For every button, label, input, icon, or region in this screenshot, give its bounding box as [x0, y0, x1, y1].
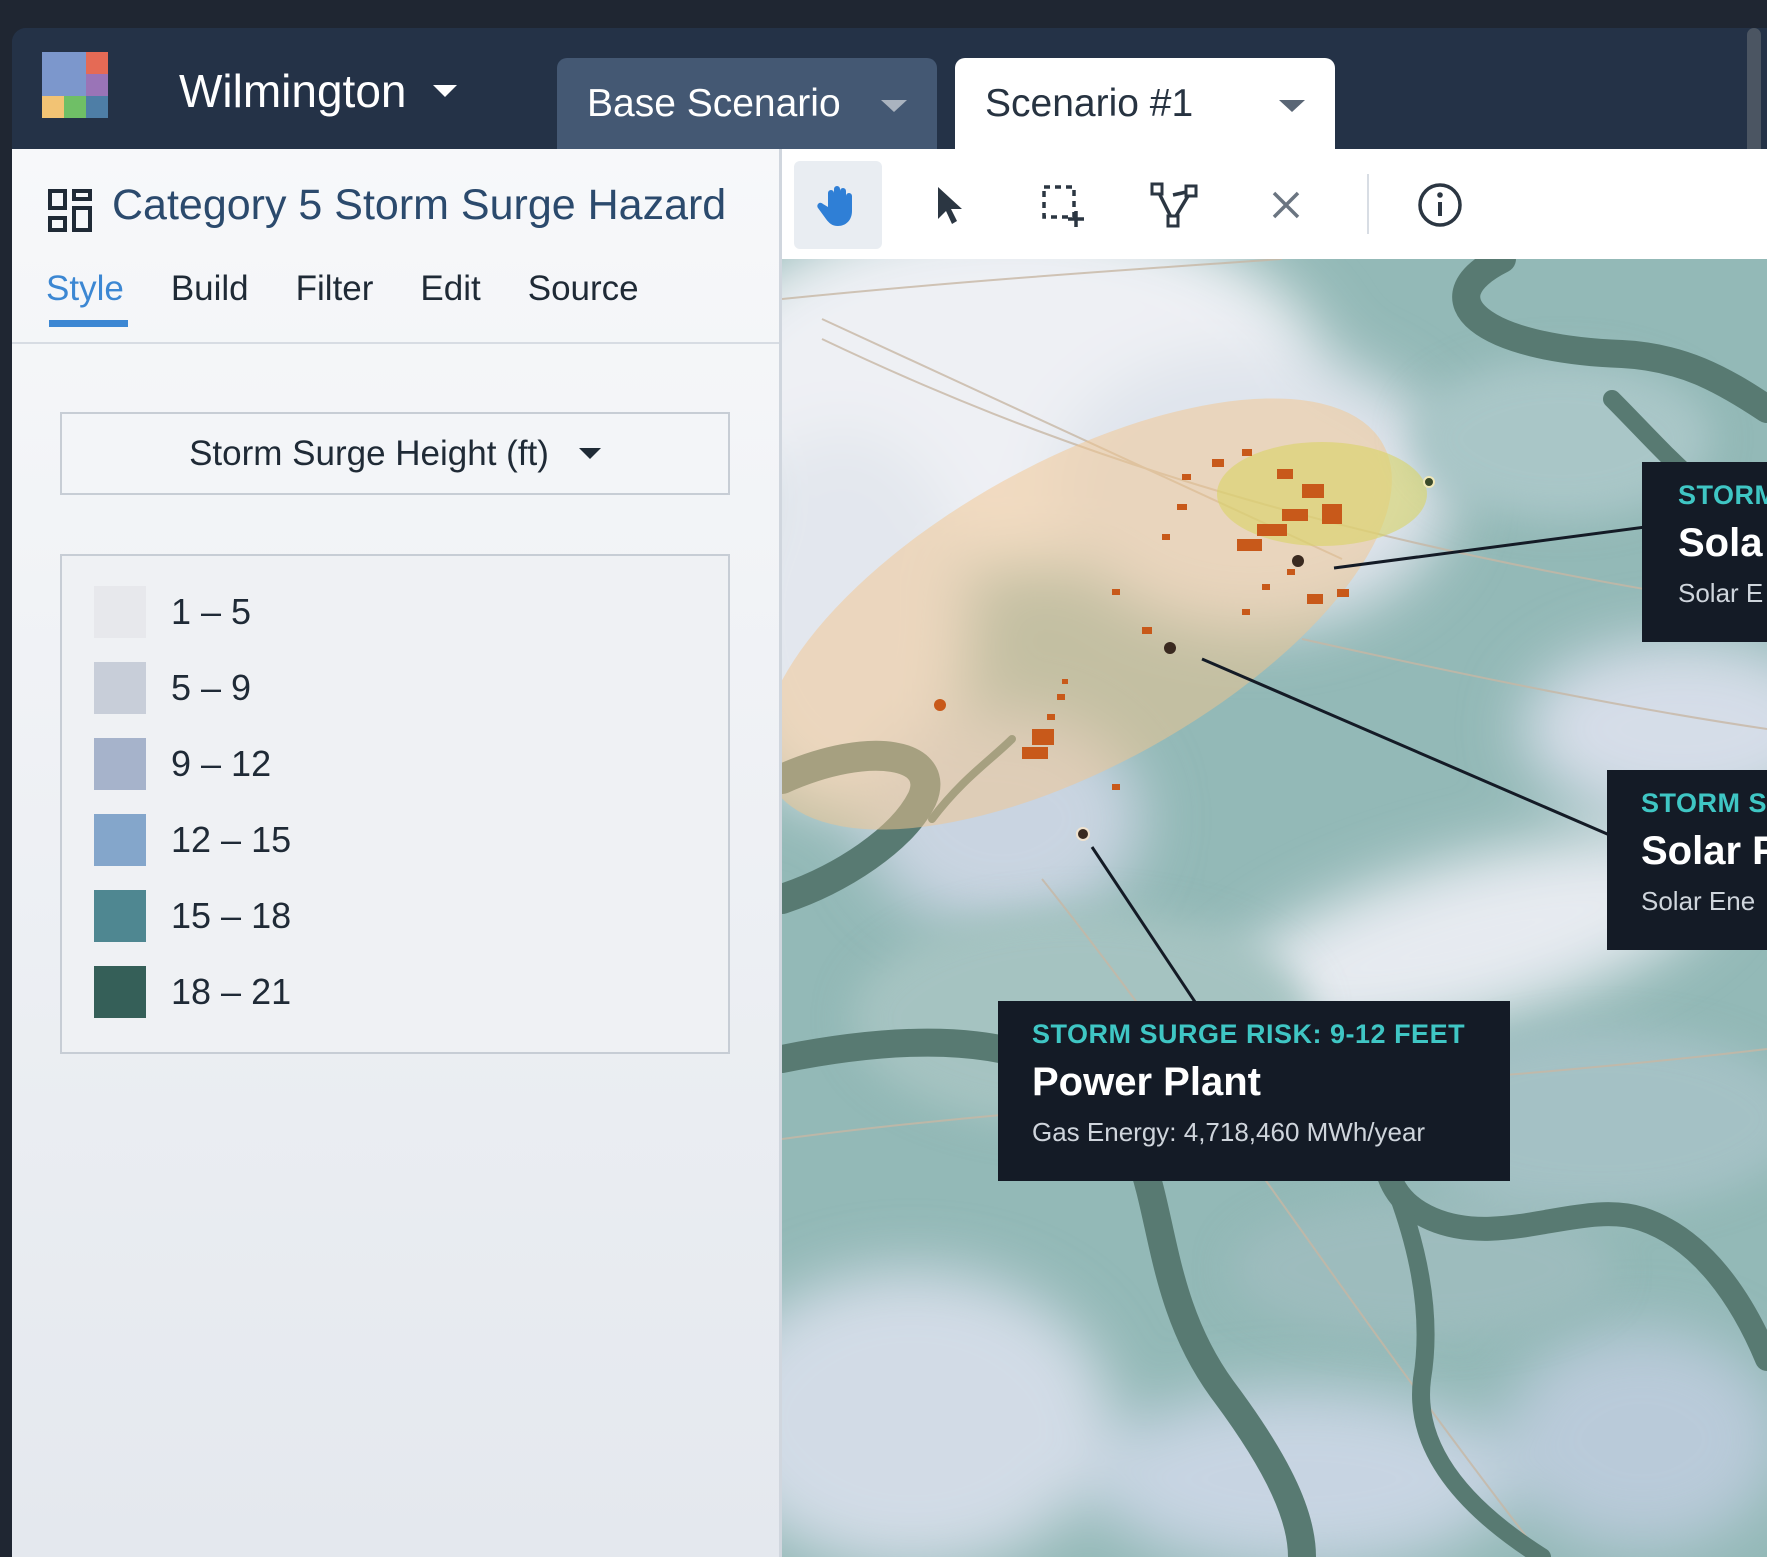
app-logo-icon[interactable]: [42, 52, 114, 124]
tab-label: Base Scenario: [587, 81, 841, 125]
layer-subtabs: Style Build Filter Edit Source: [46, 269, 686, 327]
clear-tool-button[interactable]: [1242, 161, 1330, 249]
style-field-dropdown[interactable]: Storm Surge Height (ft): [60, 412, 730, 495]
callout-solar-2[interactable]: STORM S Solar F Solar Ene: [1607, 770, 1767, 950]
dropdown-value: Storm Surge Height (ft): [189, 433, 549, 473]
map-toolbar: [782, 149, 1767, 261]
tab-base-scenario[interactable]: Base Scenario: [557, 58, 937, 149]
subtab-edit[interactable]: Edit: [420, 269, 480, 327]
layer-layout-icon: [48, 189, 92, 232]
tab-scenario-1[interactable]: Scenario #1: [955, 58, 1335, 149]
hand-icon: [817, 186, 852, 226]
callout-name: Power Plant: [1032, 1060, 1261, 1104]
legend-item: 5 – 9: [94, 662, 251, 714]
legend-swatch[interactable]: [94, 662, 146, 714]
divider: [12, 342, 779, 344]
legend-label: 18 – 21: [171, 971, 292, 1012]
layer-title: Category 5 Storm Surge Hazard: [112, 181, 727, 229]
callout-name: Sola: [1678, 521, 1763, 565]
callout-risk: STORM S: [1641, 788, 1767, 818]
pan-tool-button[interactable]: [794, 161, 882, 249]
select-tool-button[interactable]: [906, 161, 994, 249]
callout-solar-1[interactable]: STORM Sola Solar E: [1642, 462, 1767, 642]
subtab-build[interactable]: Build: [171, 269, 249, 327]
callout-name: Solar F: [1641, 829, 1767, 873]
legend-swatch[interactable]: [94, 586, 146, 638]
layer-style-panel: Category 5 Storm Surge Hazard Style Buil…: [12, 149, 782, 1557]
app-window: Wilmington Base Scenario Scenario #1 Cat…: [12, 28, 1767, 1557]
subtab-source[interactable]: Source: [528, 269, 639, 327]
close-icon: [1272, 191, 1300, 219]
toolbar-divider: [1367, 174, 1369, 234]
vertex-edit-tool-button[interactable]: [1130, 161, 1218, 249]
legend-swatch[interactable]: [94, 738, 146, 790]
legend-item: 9 – 12: [94, 738, 271, 790]
legend-label: 9 – 12: [171, 743, 272, 784]
asset-marker[interactable]: [1076, 827, 1090, 841]
legend: 1 – 5 5 – 9 9 – 12 12 – 15 15 – 18 18 – …: [60, 554, 730, 1054]
callout-meta: Solar Ene: [1641, 886, 1756, 916]
asset-marker[interactable]: [1423, 476, 1435, 488]
info-tool-button[interactable]: [1396, 161, 1484, 249]
legend-swatch[interactable]: [94, 966, 146, 1018]
callout-meta: Solar E: [1678, 578, 1764, 608]
legend-label: 15 – 18: [171, 895, 292, 936]
polyline-edit-icon: [1150, 182, 1198, 228]
chevron-down-icon: [578, 448, 601, 459]
box-select-icon: [1042, 185, 1084, 227]
legend-item: 18 – 21: [94, 966, 291, 1018]
legend-item: 12 – 15: [94, 814, 291, 866]
callout-risk: STORM SURGE RISK: 9-12 FEET: [1032, 1019, 1466, 1049]
legend-label: 12 – 15: [171, 819, 292, 860]
asset-marker[interactable]: [1292, 555, 1304, 567]
chevron-down-icon: [432, 85, 457, 97]
city-name: Wilmington: [179, 65, 407, 117]
top-bar: Wilmington Base Scenario Scenario #1: [12, 28, 1767, 408]
city-selector[interactable]: Wilmington: [179, 61, 457, 121]
legend-swatch[interactable]: [94, 890, 146, 942]
callout-power-plant[interactable]: STORM SURGE RISK: 9-12 FEET Power Plant …: [998, 1001, 1510, 1181]
info-icon: [1418, 183, 1462, 227]
asset-marker[interactable]: [1164, 642, 1176, 654]
subtab-style[interactable]: Style: [46, 269, 128, 327]
legend-label: 5 – 9: [171, 667, 252, 708]
legend-item: 1 – 5: [94, 586, 251, 638]
subtab-filter[interactable]: Filter: [296, 269, 374, 327]
legend-item: 15 – 18: [94, 890, 291, 942]
box-select-tool-button[interactable]: [1018, 161, 1106, 249]
legend-swatch[interactable]: [94, 814, 146, 866]
chevron-down-icon[interactable]: [881, 100, 907, 112]
legend-label: 1 – 5: [171, 591, 252, 632]
cursor-arrow-icon: [938, 187, 962, 224]
chevron-down-icon[interactable]: [1279, 100, 1305, 112]
callout-risk: STORM: [1678, 480, 1767, 510]
callout-meta: Gas Energy: 4,718,460 MWh/year: [1032, 1117, 1426, 1147]
tab-label: Scenario #1: [985, 81, 1194, 125]
